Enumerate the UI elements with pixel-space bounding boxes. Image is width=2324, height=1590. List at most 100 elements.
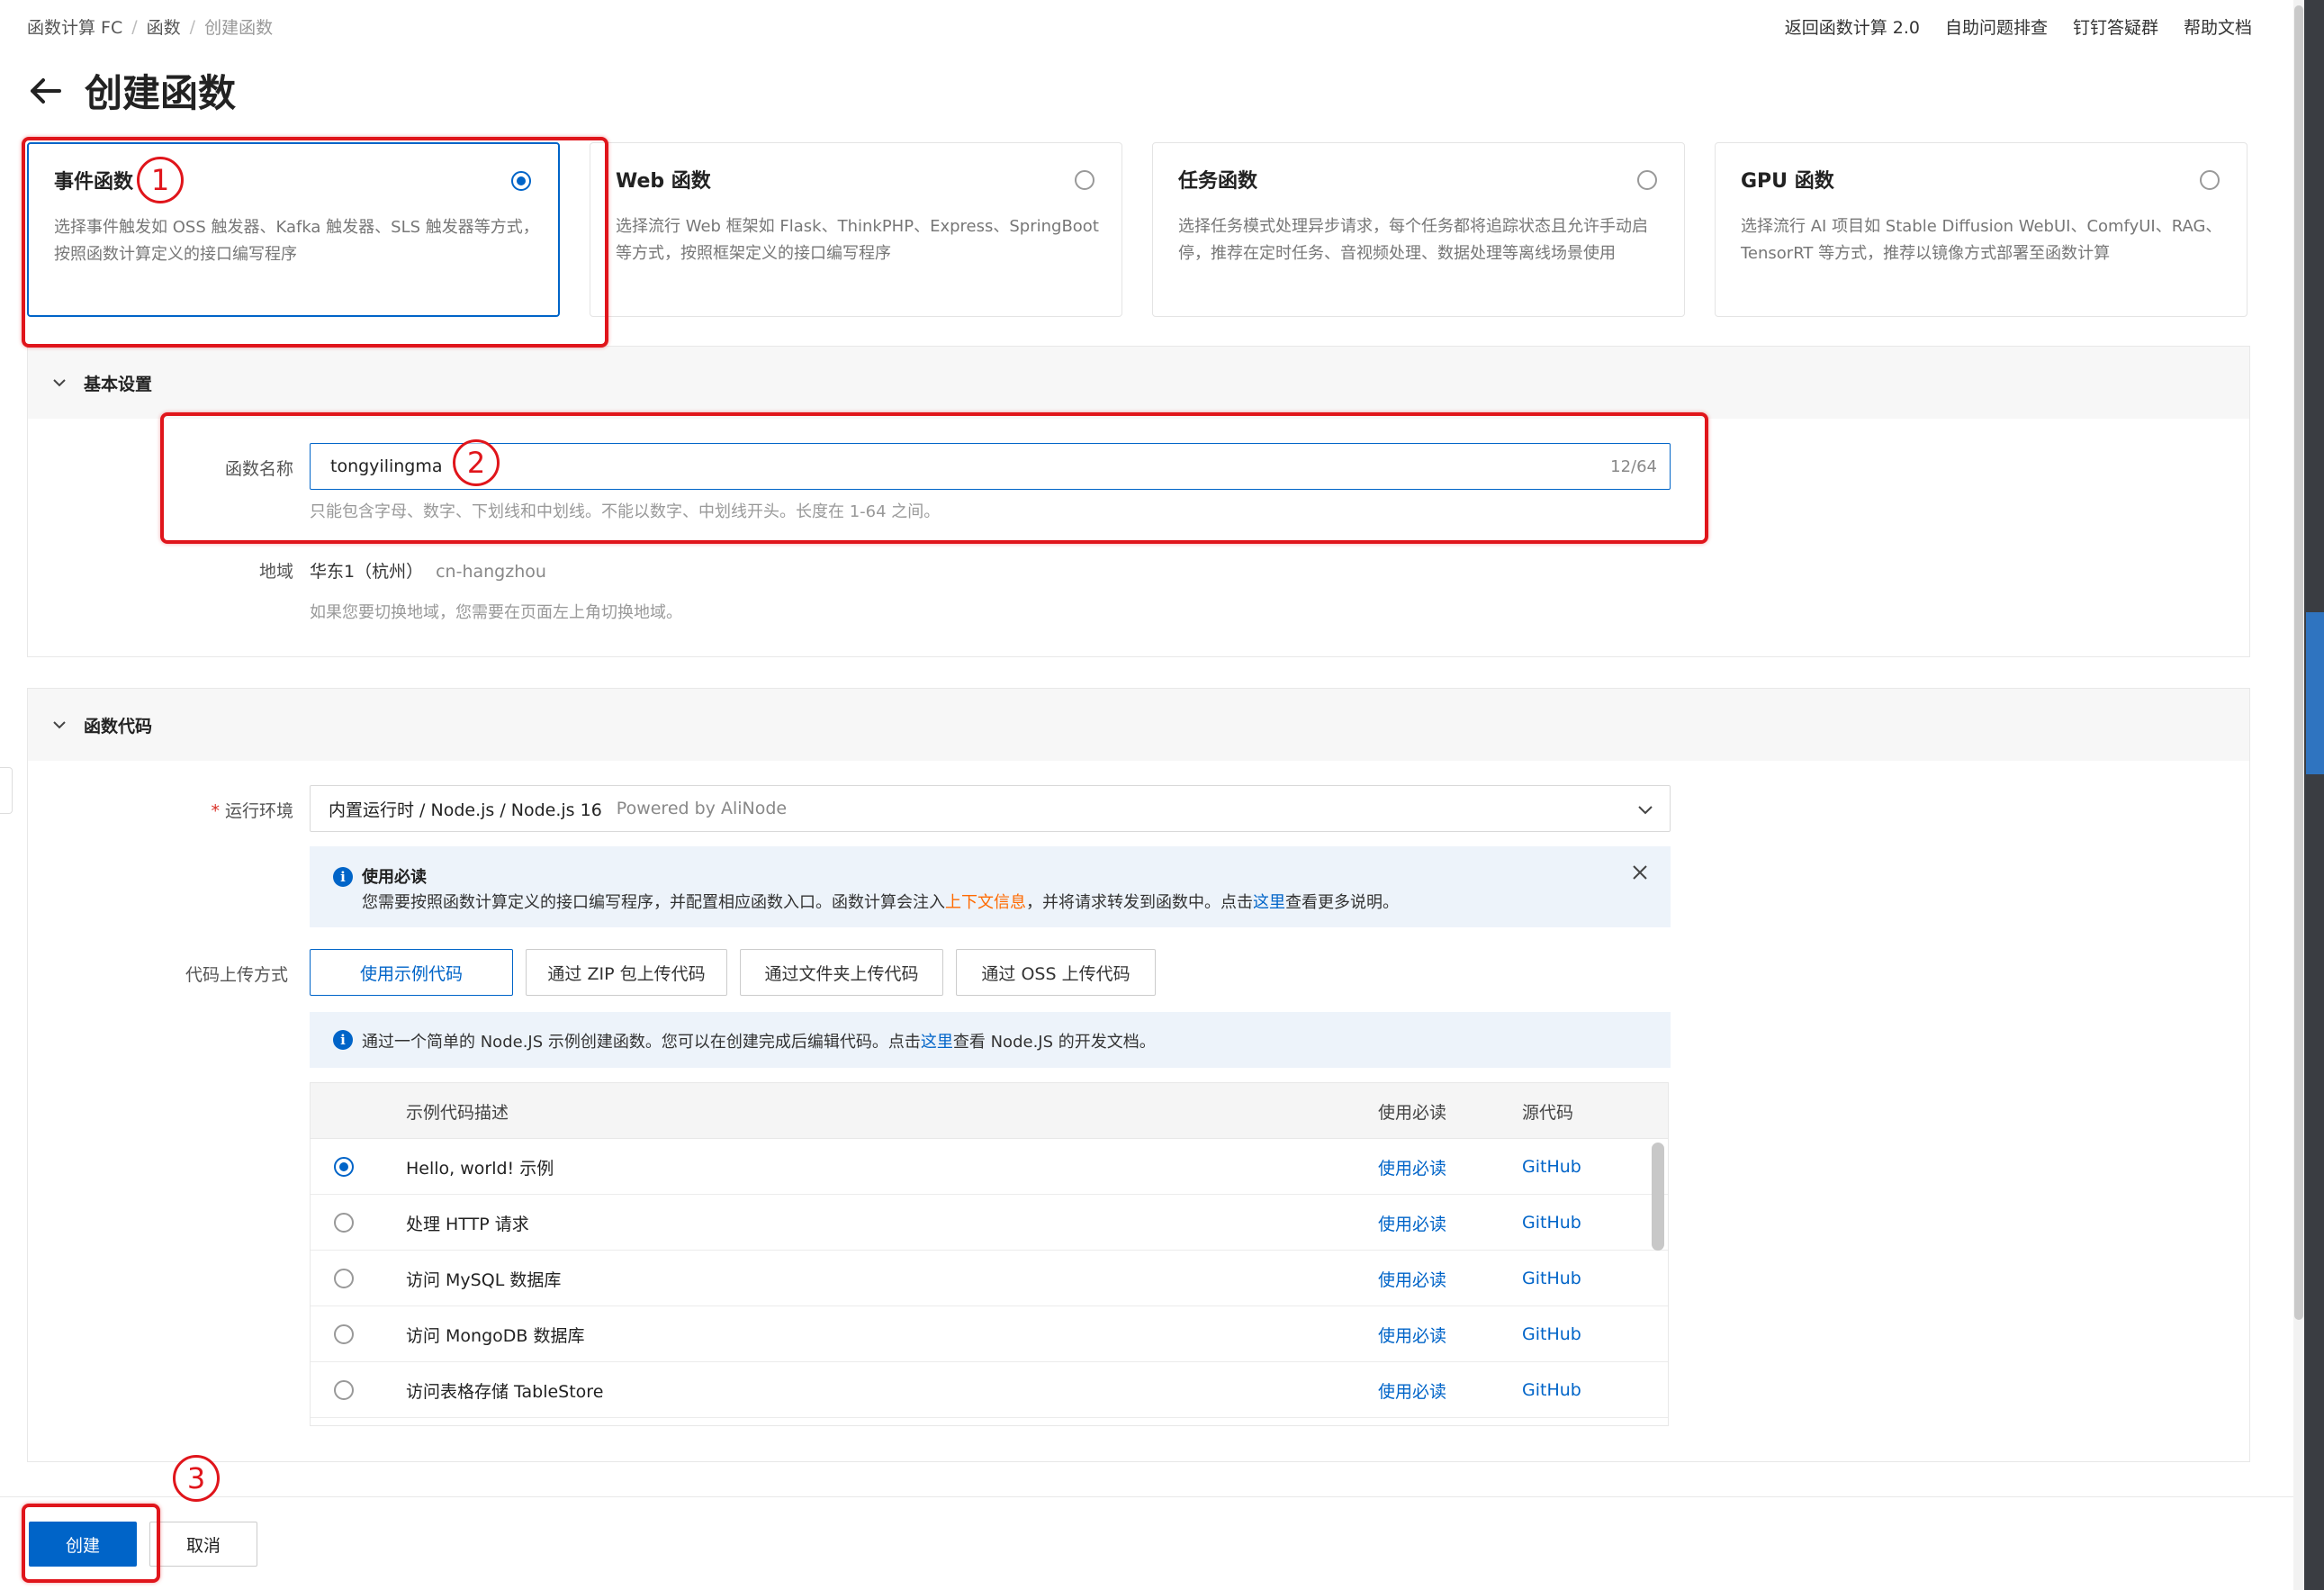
- col-guide-header: 使用必读: [1378, 1102, 1447, 1123]
- sample-guide-link[interactable]: 使用必读: [1378, 1195, 1446, 1251]
- annotation-number-2: 2: [453, 439, 500, 486]
- upload-folder-button[interactable]: 通过文件夹上传代码: [740, 949, 943, 996]
- chevron-down-icon: [1638, 806, 1653, 815]
- notice-here-link[interactable]: 这里: [1253, 893, 1285, 912]
- region-label: 地域: [258, 562, 293, 582]
- sample-radio[interactable]: [334, 1157, 354, 1177]
- info-icon: i: [333, 867, 353, 887]
- sample-radio[interactable]: [334, 1213, 354, 1233]
- sample-guide-link[interactable]: 使用必读: [1378, 1306, 1446, 1362]
- runtime-label: * 运行环境: [23, 798, 293, 822]
- breadcrumb-functions[interactable]: 函数: [147, 14, 181, 39]
- back-arrow-icon[interactable]: [27, 73, 63, 109]
- runtime-value: 内置运行时 / Node.js / Node.js 16: [329, 800, 602, 820]
- page-scroll-thumb[interactable]: [2294, 5, 2303, 1320]
- runtime-select[interactable]: 内置运行时 / Node.js / Node.js 16 Powered by …: [310, 785, 1671, 832]
- sample-github-link[interactable]: GitHub: [1522, 1306, 1581, 1362]
- sample-notice-here-link[interactable]: 这里: [921, 1033, 953, 1052]
- breadcrumb-fc[interactable]: 函数计算 FC: [27, 14, 122, 39]
- sample-radio[interactable]: [334, 1380, 354, 1400]
- notice-body: 您需要按照函数计算定义的接口编写程序，并配置相应函数入口。函数计算会注入上下文信…: [362, 890, 1399, 913]
- upload-method-label: 代码上传方式: [185, 965, 288, 985]
- side-panel-handle[interactable]: [0, 767, 13, 814]
- sample-notice-body: 通过一个简单的 Node.JS 示例创建函数。您可以在创建完成后编辑代码。点击这…: [362, 1029, 1156, 1052]
- link-self-troubleshoot[interactable]: 自助问题排查: [1945, 14, 2048, 39]
- runtime-powered: Powered by AliNode: [616, 799, 788, 818]
- usage-notice: i 使用必读 您需要按照函数计算定义的接口编写程序，并配置相应函数入口。函数计算…: [310, 846, 1671, 927]
- notice-text: 您需要按照函数计算定义的接口编写程序，并配置相应函数入口。函数计算会注入: [362, 893, 945, 912]
- table-row[interactable]: 处理 HTTP 请求 使用必读 GitHub: [311, 1195, 1668, 1251]
- notice-text: ，并将请求转发到函数中。点击: [1026, 893, 1253, 912]
- notice-title: 使用必读: [362, 868, 427, 887]
- table-row[interactable]: 访问表格存储 TableStore 使用必读 GitHub: [311, 1362, 1668, 1418]
- table-scrollbar[interactable]: [1652, 1143, 1664, 1251]
- type-card-web[interactable]: Web 函数 选择流行 Web 框架如 Flask、ThinkPHP、Expre…: [590, 142, 1122, 317]
- region-name: 华东1（杭州）: [310, 562, 424, 582]
- sample-desc: 处理 HTTP 请求: [406, 1214, 529, 1234]
- breadcrumb-current: 创建函数: [204, 18, 274, 38]
- chevron-down-icon: [53, 721, 66, 729]
- table-header: 示例代码描述 使用必读 源代码: [311, 1083, 1668, 1139]
- type-card-title: GPU 函数: [1741, 170, 1834, 193]
- sample-notice-text: 通过一个简单的 Node.JS 示例创建函数。您可以在创建完成后编辑代码。点击: [362, 1033, 921, 1052]
- required-marker: *: [211, 801, 220, 821]
- col-desc-header: 示例代码描述: [406, 1102, 509, 1123]
- sample-github-link[interactable]: GitHub: [1522, 1362, 1581, 1418]
- table-row[interactable]: 访问 MySQL 数据库 使用必读 GitHub: [311, 1251, 1668, 1306]
- top-links: 返回函数计算 2.0 自助问题排查 钉钉答疑群 帮助文档: [1785, 14, 2252, 39]
- page-header: 创建函数: [27, 63, 236, 118]
- cancel-button[interactable]: 取消: [149, 1522, 257, 1567]
- page-title: 创建函数: [85, 71, 237, 115]
- type-radio-gpu[interactable]: [2200, 170, 2220, 190]
- type-card-desc: 选择流行 Web 框架如 Flask、ThinkPHP、Express、Spri…: [616, 217, 1099, 263]
- link-back-fc2[interactable]: 返回函数计算 2.0: [1785, 14, 1920, 39]
- type-radio-web[interactable]: [1075, 170, 1094, 190]
- sample-desc: Hello, world! 示例: [406, 1158, 554, 1179]
- notice-text: 查看更多说明。: [1285, 893, 1399, 912]
- upload-zip-button[interactable]: 通过 ZIP 包上传代码: [526, 949, 727, 996]
- sample-notice: i 通过一个简单的 Node.JS 示例创建函数。您可以在创建完成后编辑代码。点…: [310, 1012, 1671, 1068]
- info-icon: i: [333, 1030, 353, 1050]
- sample-desc: 访问表格存储 TableStore: [406, 1381, 604, 1402]
- close-icon[interactable]: [1631, 863, 1649, 881]
- breadcrumb-separator: /: [189, 16, 196, 37]
- upload-oss-button[interactable]: 通过 OSS 上传代码: [956, 949, 1156, 996]
- adjacent-window-accent: [2306, 612, 2324, 774]
- link-help-docs[interactable]: 帮助文档: [2184, 14, 2252, 39]
- col-source-header: 源代码: [1522, 1102, 1574, 1123]
- table-row[interactable]: 访问 MongoDB 数据库 使用必读 GitHub: [311, 1306, 1668, 1362]
- table-row[interactable]: Hello, world! 示例 使用必读 GitHub: [311, 1139, 1668, 1195]
- type-card-gpu[interactable]: GPU 函数 选择流行 AI 项目如 Stable Diffusion WebU…: [1715, 142, 2247, 317]
- chevron-down-icon: [53, 379, 66, 387]
- section-title: 基本设置: [84, 374, 153, 394]
- sample-github-link[interactable]: GitHub: [1522, 1251, 1581, 1306]
- upload-sample-button[interactable]: 使用示例代码: [310, 949, 513, 996]
- section-title: 函数代码: [84, 716, 153, 736]
- region-hint: 如果您要切换地域，您需要在页面左上角切换地域。: [310, 603, 682, 622]
- sample-github-link[interactable]: GitHub: [1522, 1139, 1581, 1195]
- type-radio-task[interactable]: [1637, 170, 1657, 190]
- annotation-number-3: 3: [173, 1455, 220, 1502]
- type-card-title: Web 函数: [616, 170, 711, 193]
- annotation-box-3: [22, 1504, 160, 1583]
- context-info-link[interactable]: 上下文信息: [945, 893, 1026, 912]
- sample-radio[interactable]: [334, 1324, 354, 1344]
- region-value: 华东1（杭州） cn-hangzhou: [310, 558, 546, 583]
- annotation-number-1: 1: [137, 157, 184, 203]
- sample-guide-link[interactable]: 使用必读: [1378, 1139, 1446, 1195]
- function-code-header[interactable]: 函数代码: [28, 689, 2249, 761]
- type-card-desc: 选择任务模式处理异步请求，每个任务都将追踪状态且允许手动启停，推荐在定时任务、音…: [1178, 217, 1648, 263]
- sample-desc: 访问 MongoDB 数据库: [406, 1325, 585, 1346]
- link-dingtalk-group[interactable]: 钉钉答疑群: [2073, 14, 2158, 39]
- sample-guide-link[interactable]: 使用必读: [1378, 1251, 1446, 1306]
- sample-guide-link[interactable]: 使用必读: [1378, 1362, 1446, 1418]
- sample-notice-text: 查看 Node.JS 的开发文档。: [952, 1033, 1156, 1052]
- type-card-task[interactable]: 任务函数 选择任务模式处理异步请求，每个任务都将追踪状态且允许手动启停，推荐在定…: [1152, 142, 1685, 317]
- type-card-title: 任务函数: [1178, 170, 1258, 193]
- sample-desc: 访问 MySQL 数据库: [406, 1269, 562, 1290]
- sample-radio[interactable]: [334, 1269, 354, 1288]
- sample-github-link[interactable]: GitHub: [1522, 1195, 1581, 1251]
- basic-settings-header[interactable]: 基本设置: [28, 347, 2249, 419]
- breadcrumb-separator: /: [131, 16, 138, 37]
- type-card-desc: 选择流行 AI 项目如 Stable Diffusion WebUI、Comfy…: [1741, 217, 2222, 263]
